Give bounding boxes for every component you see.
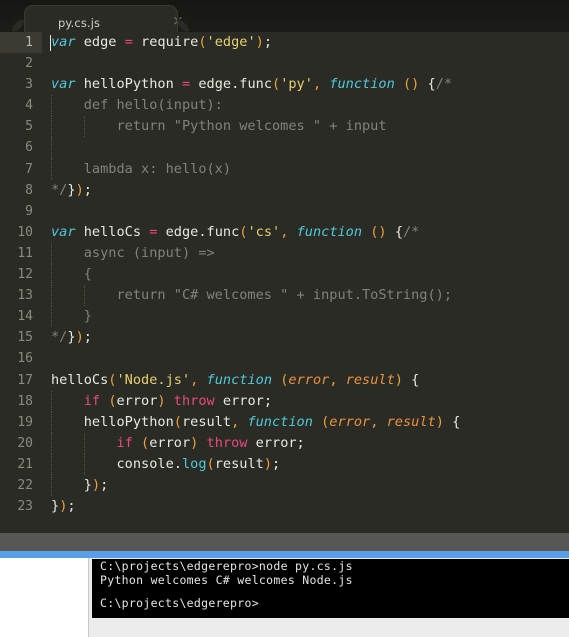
code-line[interactable]: 18 if (error) throw error; [0,390,569,412]
code-line-text: def hello(input): [51,97,223,114]
line-number: 13 [17,288,33,304]
line-number: 8 [25,182,33,198]
line-number: 18 [17,393,33,409]
editor-tab-label: py.cs.js [58,16,101,30]
code-line-text: var helloCs = edge.func('cs', function (… [51,223,420,240]
code-line-text: if (error) throw error; [83,392,273,409]
line-number: 6 [25,140,33,156]
code-editor-panel: py.cs.js × 1 var edge = require('edge');… [0,0,569,533]
code-line[interactable]: 15 */}); [0,327,569,348]
code-line-text: }); [83,476,109,493]
code-line[interactable]: 9 [0,201,569,222]
code-line[interactable]: 20 if (error) throw error; [0,432,569,454]
code-line-text: { [51,266,92,283]
code-line-text: async (input) => [51,244,215,261]
line-number: 22 [17,477,33,493]
code-content-area[interactable]: 1 var edge = require('edge'); 2 3 var he… [0,32,569,533]
application-window: py.cs.js × 1 var edge = require('edge');… [0,0,569,637]
editor-tab-py-cs-js[interactable]: py.cs.js × [24,5,183,32]
code-line-text: lambda x: hello(x) [51,160,232,177]
line-number: 15 [17,330,33,346]
code-line-text: return "Python welcomes " + input [51,118,387,135]
code-line[interactable]: 14 } [0,306,569,328]
code-line[interactable]: 11 async (input) => [0,242,569,265]
code-line-text: console.log(result); [51,455,281,472]
code-line[interactable]: 16 [0,348,569,369]
active-window-indicator-bar [0,551,569,558]
code-line[interactable]: 5 return "Python welcomes " + input [0,116,569,138]
line-number: 10 [17,224,33,240]
line-number: 20 [17,435,33,451]
code-line-text: if (error) throw error; [116,434,305,451]
code-line-text: helloCs('Node.js', function (error, resu… [51,371,420,388]
indent-guide [51,137,53,159]
line-number: 2 [25,56,33,72]
code-line[interactable]: 4 def hello(input): [0,95,569,117]
code-line-text: */}); [51,181,92,198]
line-number: 5 [25,119,33,135]
line-number: 19 [17,414,33,430]
line-number: 12 [17,267,33,283]
code-line[interactable]: 7 lambda x: hello(x) [0,158,569,180]
desktop-background: C:\projects\edgerepro>node py.cs.js Pyth… [0,558,569,637]
line-number: 11 [17,245,33,261]
code-line-text: var edge = require('edge'); [51,34,273,50]
console-line: C:\projects\edgerepro>node py.cs.js [100,559,353,573]
code-line[interactable]: 3 var helloPython = edge.func('py', func… [0,74,569,95]
line-number: 21 [17,456,33,472]
code-line-text: helloPython(result, function (error, res… [51,413,461,430]
code-line-text: */}); [51,329,92,346]
code-line[interactable]: 12 { [0,264,569,286]
window-splitter-bar[interactable] [0,533,569,551]
line-number: 9 [25,203,33,219]
command-prompt-window[interactable]: C:\projects\edgerepro>node py.cs.js Pyth… [88,558,569,637]
code-line-text: return "C# welcomes " + input.ToString()… [51,287,453,304]
code-line[interactable]: 13 return "C# welcomes " + input.ToStrin… [0,285,569,307]
code-line[interactable]: 19 helloPython(result, function (error, … [0,411,569,433]
console-output-area[interactable]: C:\projects\edgerepro>node py.cs.js Pyth… [92,559,569,618]
code-line[interactable]: 1 var edge = require('edge'); [0,32,569,54]
line-number: 7 [25,161,33,177]
line-number: 4 [25,98,33,114]
console-line: Python welcomes C# welcomes Node.js [100,573,353,587]
code-line-text: }); [51,498,76,515]
line-number: 14 [17,309,33,325]
code-line[interactable]: 23 }); [0,496,569,517]
code-line[interactable]: 22 }); [0,474,569,497]
line-number: 23 [17,499,33,515]
code-line[interactable]: 2 [0,53,569,74]
code-line[interactable]: 6 [0,137,569,159]
editor-tab-bar: py.cs.js × [0,0,569,32]
code-line[interactable]: 21 console.log(result); [0,453,569,475]
line-number: 17 [17,372,33,388]
code-line[interactable]: 8 */}); [0,180,569,201]
code-line[interactable]: 17 helloCs('Node.js', function (error, r… [0,370,569,391]
line-number: 1 [0,32,42,54]
code-line-text: var helloPython = edge.func('py', functi… [51,76,453,93]
line-number: 16 [17,351,33,367]
line-number: 3 [25,77,33,93]
code-line-text: } [51,308,92,325]
code-line[interactable]: 10 var helloCs = edge.func('cs', functio… [0,222,569,243]
console-prompt-line: C:\projects\edgerepro> [100,596,259,610]
